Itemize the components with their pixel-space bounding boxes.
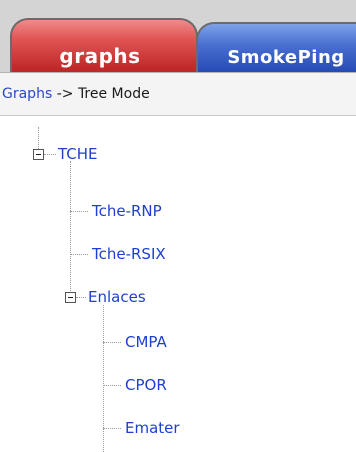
tree-connector <box>103 385 121 386</box>
collapse-icon-tche[interactable] <box>33 149 44 160</box>
collapse-icon-enlaces[interactable] <box>65 292 76 303</box>
tree-node-cmpa[interactable]: CMPA <box>125 333 167 351</box>
tree-connector <box>103 342 121 343</box>
tree-connector <box>103 305 104 452</box>
breadcrumb: Graphs -> Tree Mode <box>0 72 356 116</box>
tab-graphs[interactable]: graphs <box>10 18 198 72</box>
tree-node-emater[interactable]: Emater <box>125 419 180 437</box>
tree-connector <box>38 127 39 149</box>
tree-node-enlaces[interactable]: Enlaces <box>88 288 146 306</box>
tree-connector <box>103 428 121 429</box>
tree-connector <box>70 161 71 299</box>
breadcrumb-graphs-link[interactable]: Graphs <box>2 86 52 102</box>
tree-connector <box>76 297 86 298</box>
tree-node-tche[interactable]: TCHE <box>58 145 98 163</box>
tree-node-tche-rsix[interactable]: Tche-RSIX <box>92 245 166 263</box>
tree-node-cpor[interactable]: CPOR <box>125 376 167 394</box>
tree-connector <box>70 254 88 255</box>
tab-smokeping[interactable]: SmokePing <box>196 22 356 72</box>
tree-connector <box>44 154 56 155</box>
breadcrumb-current: Tree Mode <box>77 86 150 102</box>
tree-node-tche-rnp[interactable]: Tche-RNP <box>92 202 162 220</box>
tab-bar: graphs SmokePing <box>0 0 356 72</box>
tab-smokeping-label: SmokePing <box>227 47 345 68</box>
breadcrumb-separator: -> <box>52 86 78 102</box>
tab-graphs-label: graphs <box>59 44 141 68</box>
tree-connector <box>70 211 88 212</box>
tree-view: TCHE Tche-RNP Tche-RSIX Enlaces CMPA CPO… <box>0 117 356 452</box>
